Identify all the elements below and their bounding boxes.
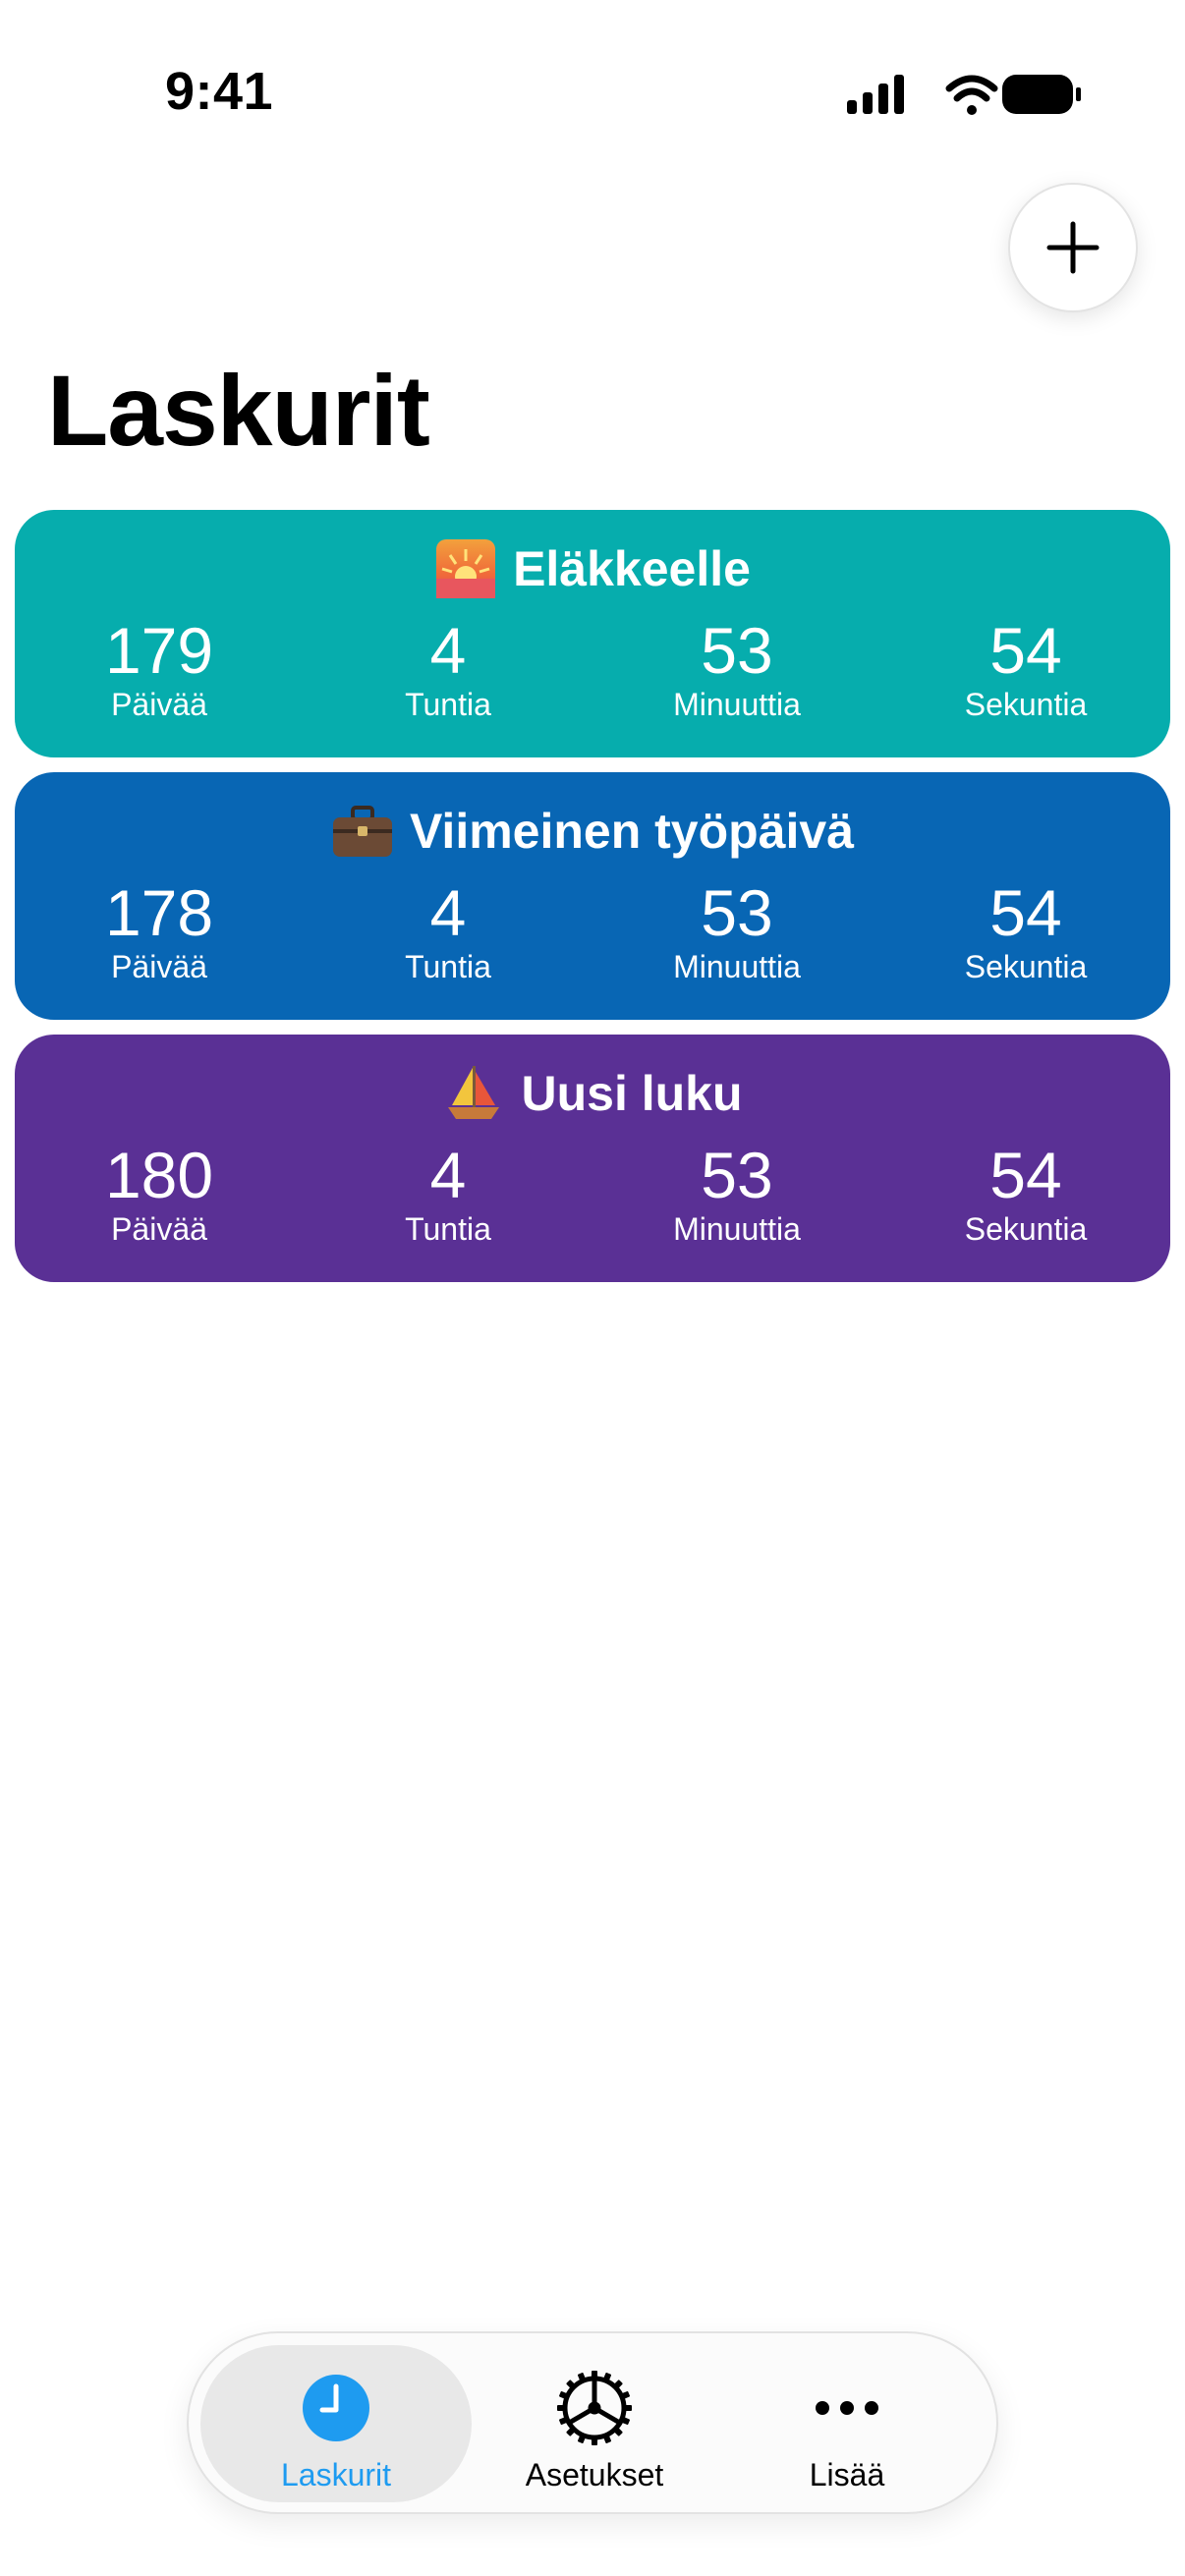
- briefcase-icon: [331, 800, 394, 863]
- counter-title: Viimeinen työpäivä: [15, 800, 1170, 863]
- more-icon: [808, 2369, 886, 2447]
- unit-seconds: 54 Sekuntia: [881, 616, 1170, 722]
- counter-card[interactable]: Uusi luku 180 Päivää 4 Tuntia 53 Minuutt…: [15, 1035, 1170, 1282]
- counter-title: Eläkkeelle: [15, 537, 1170, 600]
- tab-label: Lisää: [809, 2457, 885, 2492]
- unit-value: 54: [989, 614, 1062, 687]
- unit-days: 178 Päivää: [15, 878, 304, 984]
- unit-hours: 4 Tuntia: [304, 616, 592, 722]
- unit-label: Sekuntia: [964, 949, 1088, 984]
- unit-label: Päivää: [111, 1211, 207, 1247]
- wifi-icon: [945, 75, 998, 115]
- tab-label: Asetukset: [525, 2457, 664, 2492]
- unit-minutes: 53 Minuuttia: [592, 616, 881, 722]
- unit-minutes: 53 Minuuttia: [592, 878, 881, 984]
- tab-bar: Laskurit Asetukset Lisää: [187, 2331, 998, 2514]
- unit-label: Päivää: [111, 949, 207, 984]
- plus-icon: [1046, 221, 1100, 274]
- tab-label: Laskurit: [280, 2457, 392, 2492]
- unit-value: 53: [701, 1139, 773, 1211]
- tab-lisaa[interactable]: Lisää: [711, 2345, 983, 2502]
- page-title: Laskurit: [47, 355, 430, 467]
- sailboat-icon: [442, 1062, 505, 1125]
- tab-laskurit[interactable]: Laskurit: [200, 2345, 472, 2502]
- counter-units: 178 Päivää 4 Tuntia 53 Minuuttia 54 Seku…: [15, 878, 1170, 984]
- status-icons: [847, 71, 1083, 120]
- unit-value: 4: [429, 1139, 467, 1211]
- unit-minutes: 53 Minuuttia: [592, 1141, 881, 1247]
- unit-value: 178: [104, 876, 214, 949]
- counter-units: 179 Päivää 4 Tuntia 53 Minuuttia 54 Seku…: [15, 616, 1170, 722]
- gear-icon: [555, 2369, 634, 2447]
- unit-label: Minuuttia: [673, 687, 801, 722]
- counter-units: 180 Päivää 4 Tuntia 53 Minuuttia 54 Seku…: [15, 1141, 1170, 1247]
- sunrise-icon: [434, 537, 497, 600]
- unit-value: 54: [989, 1139, 1062, 1211]
- tab-asetukset[interactable]: Asetukset: [459, 2345, 730, 2502]
- unit-value: 4: [429, 876, 467, 949]
- unit-label: Sekuntia: [964, 1211, 1088, 1247]
- counter-title: Uusi luku: [15, 1062, 1170, 1125]
- counter-title-label: Uusi luku: [521, 1066, 743, 1121]
- unit-value: 4: [429, 614, 467, 687]
- unit-hours: 4 Tuntia: [304, 1141, 592, 1247]
- unit-value: 54: [989, 876, 1062, 949]
- counter-card[interactable]: Eläkkeelle 179 Päivää 4 Tuntia 53 Minuut…: [15, 510, 1170, 757]
- counter-list: Eläkkeelle 179 Päivää 4 Tuntia 53 Minuut…: [15, 510, 1170, 1297]
- battery-icon: [1002, 75, 1081, 114]
- unit-label: Minuuttia: [673, 949, 801, 984]
- unit-hours: 4 Tuntia: [304, 878, 592, 984]
- counter-title-label: Eläkkeelle: [513, 541, 751, 596]
- unit-seconds: 54 Sekuntia: [881, 1141, 1170, 1247]
- unit-value: 53: [701, 876, 773, 949]
- unit-label: Päivää: [111, 687, 207, 722]
- status-time: 9:41: [165, 62, 274, 121]
- unit-label: Tuntia: [405, 687, 491, 722]
- unit-label: Minuuttia: [673, 1211, 801, 1247]
- unit-value: 179: [104, 614, 214, 687]
- unit-value: 53: [701, 614, 773, 687]
- unit-label: Tuntia: [405, 949, 491, 984]
- clock-icon: [297, 2369, 375, 2447]
- unit-seconds: 54 Sekuntia: [881, 878, 1170, 984]
- unit-days: 179 Päivää: [15, 616, 304, 722]
- add-counter-button[interactable]: [1008, 183, 1138, 312]
- unit-value: 180: [104, 1139, 214, 1211]
- unit-label: Tuntia: [405, 1211, 491, 1247]
- counter-card[interactable]: Viimeinen työpäivä 178 Päivää 4 Tuntia 5…: [15, 772, 1170, 1020]
- cellular-signal-icon: [847, 75, 904, 114]
- unit-label: Sekuntia: [964, 687, 1088, 722]
- unit-days: 180 Päivää: [15, 1141, 304, 1247]
- counter-title-label: Viimeinen työpäivä: [409, 804, 855, 859]
